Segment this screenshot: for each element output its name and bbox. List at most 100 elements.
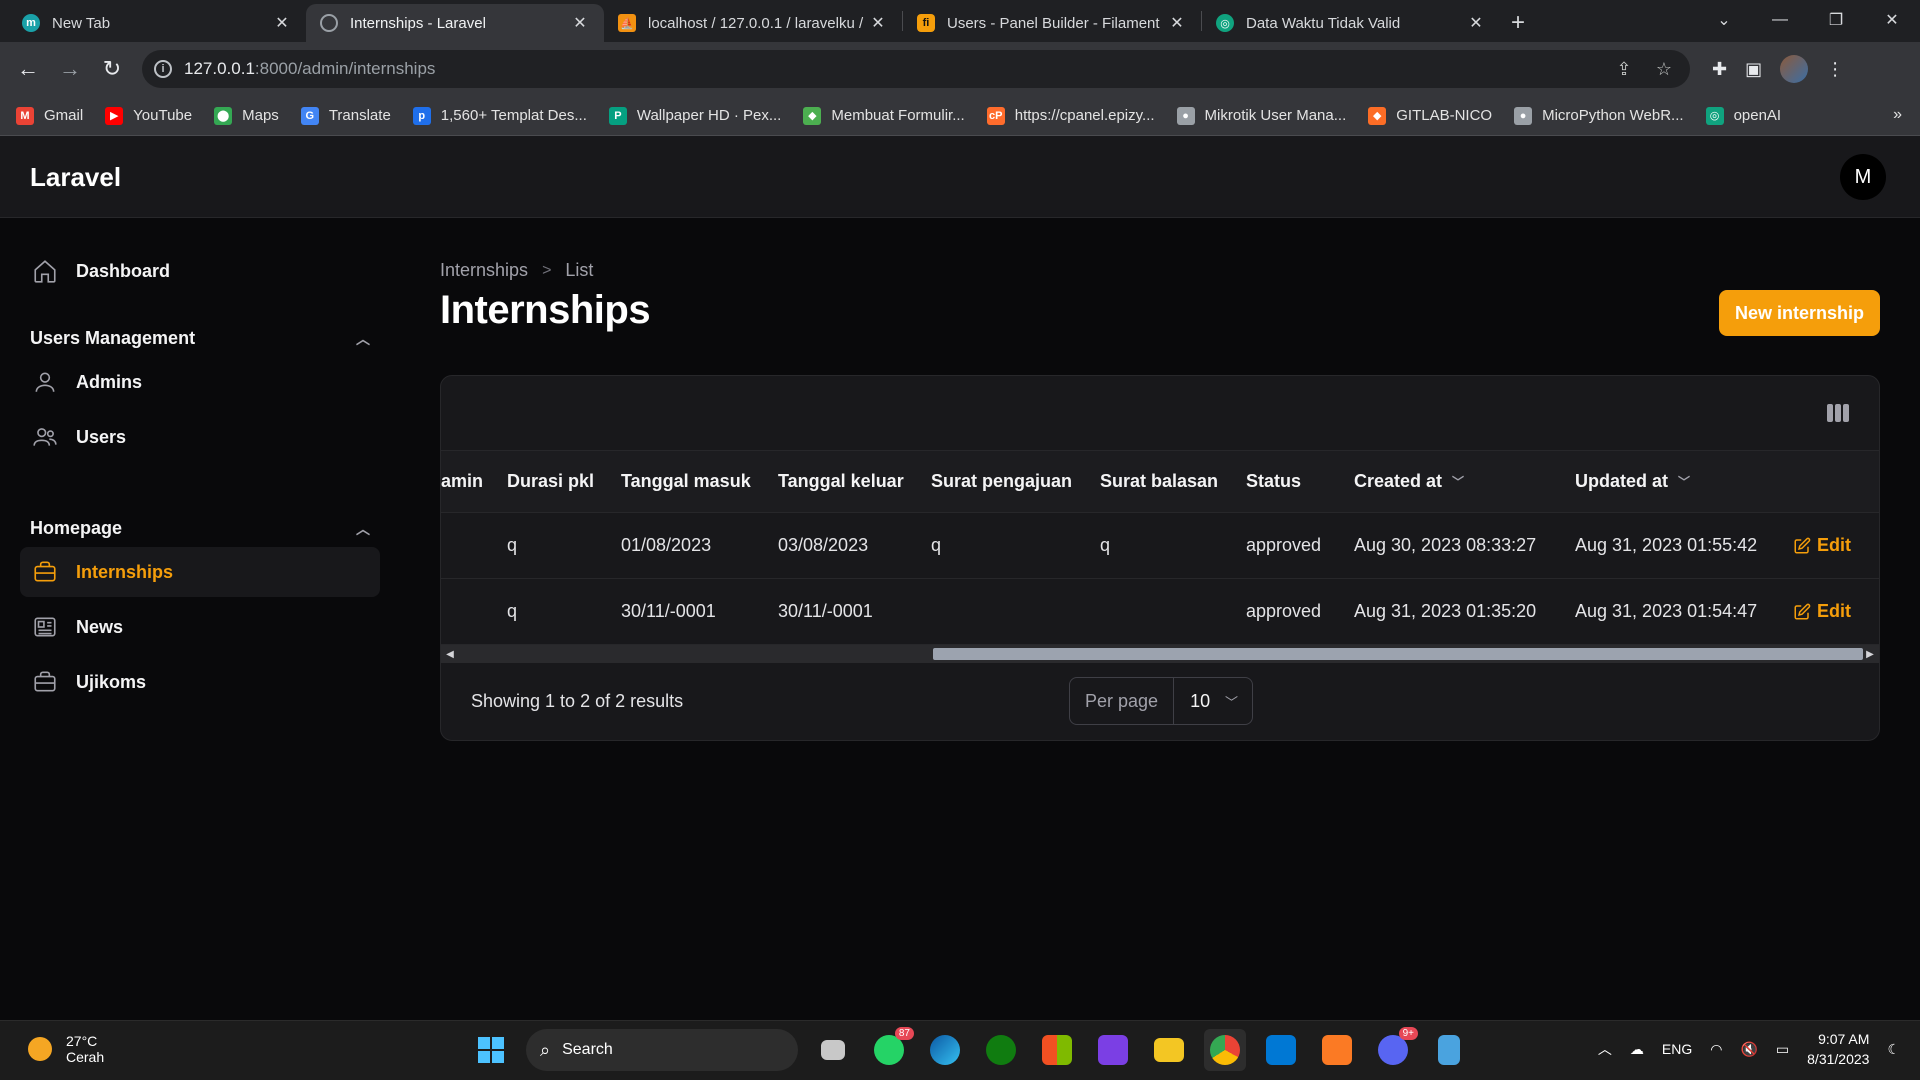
task-view-icon[interactable] bbox=[812, 1029, 854, 1071]
side-panel-icon[interactable]: ▣ bbox=[1745, 59, 1762, 80]
column-toggle-icon[interactable] bbox=[1827, 404, 1849, 422]
taskbar-search[interactable]: ⌕ Search bbox=[526, 1029, 798, 1071]
cloud-icon[interactable]: ☁ bbox=[1630, 1041, 1644, 1058]
horizontal-scrollbar[interactable]: ◀ ▶ bbox=[441, 645, 1879, 663]
chevron-down-icon[interactable]: ﹀ bbox=[1452, 473, 1464, 490]
scroll-right-arrow-icon[interactable]: ▶ bbox=[1861, 645, 1879, 663]
bookmark-item[interactable]: G Translate bbox=[300, 106, 391, 125]
reload-icon[interactable]: ↻ bbox=[94, 51, 130, 87]
tab-close-icon[interactable]: ✕ bbox=[1167, 13, 1187, 33]
column-header-updated-at[interactable]: Updated at ﹀ bbox=[1575, 451, 1690, 512]
column-header[interactable]: Tanggal keluar bbox=[778, 451, 904, 512]
tab-close-icon[interactable]: ✕ bbox=[570, 13, 590, 33]
table-row[interactable]: q 01/08/2023 03/08/2023 q q approved Aug… bbox=[441, 513, 1879, 579]
notification-icon[interactable]: ☾ bbox=[1887, 1041, 1900, 1058]
bookmark-item[interactable]: M Gmail bbox=[16, 106, 83, 125]
battery-icon[interactable]: ▭ bbox=[1776, 1041, 1789, 1058]
per-page-select[interactable]: Per page 10 ﹀ bbox=[1069, 677, 1254, 725]
language-indicator[interactable]: ENG bbox=[1662, 1041, 1692, 1057]
bookmark-item[interactable]: ⬤ Maps bbox=[214, 106, 279, 125]
chevron-down-icon[interactable]: ﹀ bbox=[1678, 473, 1690, 490]
sidebar-item-internships[interactable]: Internships bbox=[20, 547, 380, 597]
browser-tab[interactable]: ◎ Data Waktu Tidak Valid ✕ bbox=[1202, 4, 1500, 42]
browser-tab[interactable]: fi Users - Panel Builder - Filament ✕ bbox=[903, 4, 1201, 42]
more-bookmarks-icon[interactable]: » bbox=[1893, 106, 1902, 124]
restore-button[interactable]: ❐ bbox=[1808, 0, 1864, 40]
url-text[interactable]: 127.0.0.1:8000/admin/internships bbox=[184, 59, 1598, 79]
user-avatar[interactable]: M bbox=[1840, 154, 1886, 200]
new-tab-button[interactable]: + bbox=[1500, 4, 1536, 42]
address-bar[interactable]: i 127.0.0.1:8000/admin/internships ⇪ ☆ bbox=[142, 50, 1690, 88]
speaker-muted-icon[interactable]: 🔇 bbox=[1740, 1041, 1757, 1058]
sidebar-group-users-management[interactable]: Users Management ︿ bbox=[30, 328, 370, 349]
sidebar-item-dashboard[interactable]: Dashboard bbox=[20, 246, 380, 296]
chevron-up-icon[interactable]: ︿ bbox=[356, 329, 370, 349]
sidebar-item-admins[interactable]: Admins bbox=[20, 357, 380, 407]
minimize-button[interactable]: — bbox=[1752, 0, 1808, 40]
bookmark-item[interactable]: cP https://cpanel.epizy... bbox=[986, 106, 1155, 125]
notepad-icon[interactable] bbox=[1428, 1029, 1470, 1071]
clock[interactable]: 9:07 AM 8/31/2023 bbox=[1807, 1029, 1869, 1069]
column-header[interactable]: amin bbox=[441, 451, 483, 512]
discord-icon[interactable]: 9+ bbox=[1372, 1027, 1418, 1071]
bookmark-item[interactable]: ◆ GITLAB-NICO bbox=[1368, 106, 1492, 125]
brand-logo[interactable]: Laravel bbox=[30, 162, 121, 193]
date: 8/31/2023 bbox=[1807, 1051, 1870, 1067]
back-arrow-icon[interactable]: ← bbox=[10, 51, 46, 87]
extensions-icon[interactable]: ✚ bbox=[1712, 59, 1727, 80]
browser-tab-active[interactable]: Internships - Laravel ✕ bbox=[306, 4, 604, 42]
sidebar-item-users[interactable]: Users bbox=[20, 412, 380, 462]
wifi-icon[interactable]: ◠ bbox=[1710, 1041, 1722, 1058]
browser-tab[interactable]: m New Tab ✕ bbox=[8, 4, 306, 42]
bookmark-item[interactable]: ▶ YouTube bbox=[105, 106, 192, 125]
app-icon[interactable] bbox=[1092, 1029, 1134, 1071]
chevron-up-icon[interactable]: ︿ bbox=[356, 519, 370, 539]
xbox-icon[interactable] bbox=[980, 1029, 1022, 1071]
share-icon[interactable]: ⇪ bbox=[1610, 59, 1638, 80]
site-info-icon[interactable]: i bbox=[154, 60, 172, 78]
sidebar-group-homepage[interactable]: Homepage ︿ bbox=[30, 518, 370, 539]
bookmark-item[interactable]: ● Mikrotik User Mana... bbox=[1176, 106, 1346, 125]
bookmark-star-icon[interactable]: ☆ bbox=[1650, 59, 1678, 80]
table-row[interactable]: q 30/11/-0001 30/11/-0001 approved Aug 3… bbox=[441, 579, 1879, 645]
scroll-left-arrow-icon[interactable]: ◀ bbox=[441, 645, 459, 663]
sidebar-item-ujikoms[interactable]: Ujikoms bbox=[20, 657, 380, 707]
microsoft-store-icon[interactable] bbox=[1036, 1029, 1078, 1071]
breadcrumb-link[interactable]: Internships bbox=[440, 260, 528, 281]
edit-button[interactable]: Edit bbox=[1793, 513, 1851, 578]
sidebar-item-news[interactable]: News bbox=[20, 602, 380, 652]
scrollbar-thumb[interactable] bbox=[933, 648, 1863, 660]
tab-close-icon[interactable]: ✕ bbox=[1466, 13, 1486, 33]
bookmark-item[interactable]: p 1,560+ Templat Des... bbox=[412, 106, 587, 125]
edit-button[interactable]: Edit bbox=[1793, 579, 1851, 644]
file-explorer-icon[interactable] bbox=[1148, 1029, 1190, 1071]
bookmark-item[interactable]: ◆ Membuat Formulir... bbox=[803, 106, 965, 125]
new-internship-button[interactable]: New internship bbox=[1718, 290, 1880, 336]
column-header[interactable]: Status bbox=[1246, 451, 1301, 512]
bookmark-item[interactable]: P Wallpaper HD · Pex... bbox=[608, 106, 781, 125]
column-header[interactable]: Tanggal masuk bbox=[621, 451, 751, 512]
chevron-up-icon[interactable]: ︿ bbox=[1598, 1039, 1612, 1059]
weather-widget[interactable]: 27°C Cerah bbox=[28, 1033, 104, 1065]
forward-arrow-icon[interactable]: → bbox=[52, 51, 88, 87]
per-page-dropdown[interactable]: 10 ﹀ bbox=[1174, 678, 1252, 724]
column-header-created-at[interactable]: Created at ﹀ bbox=[1354, 451, 1464, 512]
tab-close-icon[interactable]: ✕ bbox=[868, 13, 888, 33]
close-window-button[interactable]: ✕ bbox=[1864, 0, 1920, 40]
windows-start-icon[interactable] bbox=[470, 1029, 512, 1071]
bookmark-item[interactable]: ● MicroPython WebR... bbox=[1514, 106, 1684, 125]
column-header[interactable]: Surat pengajuan bbox=[931, 451, 1072, 512]
edge-icon[interactable] bbox=[924, 1029, 966, 1071]
browser-tab[interactable]: ⛵ localhost / 127.0.0.1 / laravelku / ✕ bbox=[604, 4, 902, 42]
column-header[interactable]: Surat balasan bbox=[1100, 451, 1218, 512]
column-header[interactable]: Durasi pkl bbox=[507, 451, 594, 512]
tab-search-icon[interactable]: ⌄ bbox=[1696, 0, 1752, 40]
menu-dots-icon[interactable]: ⋮ bbox=[1826, 59, 1844, 80]
vscode-icon[interactable] bbox=[1260, 1029, 1302, 1071]
tab-close-icon[interactable]: ✕ bbox=[272, 13, 292, 33]
chrome-icon[interactable] bbox=[1204, 1029, 1246, 1071]
bookmark-item[interactable]: ◎ openAI bbox=[1705, 106, 1781, 125]
profile-avatar[interactable] bbox=[1780, 55, 1809, 83]
whatsapp-icon[interactable]: 87 bbox=[868, 1027, 914, 1071]
xampp-icon[interactable] bbox=[1316, 1029, 1358, 1071]
